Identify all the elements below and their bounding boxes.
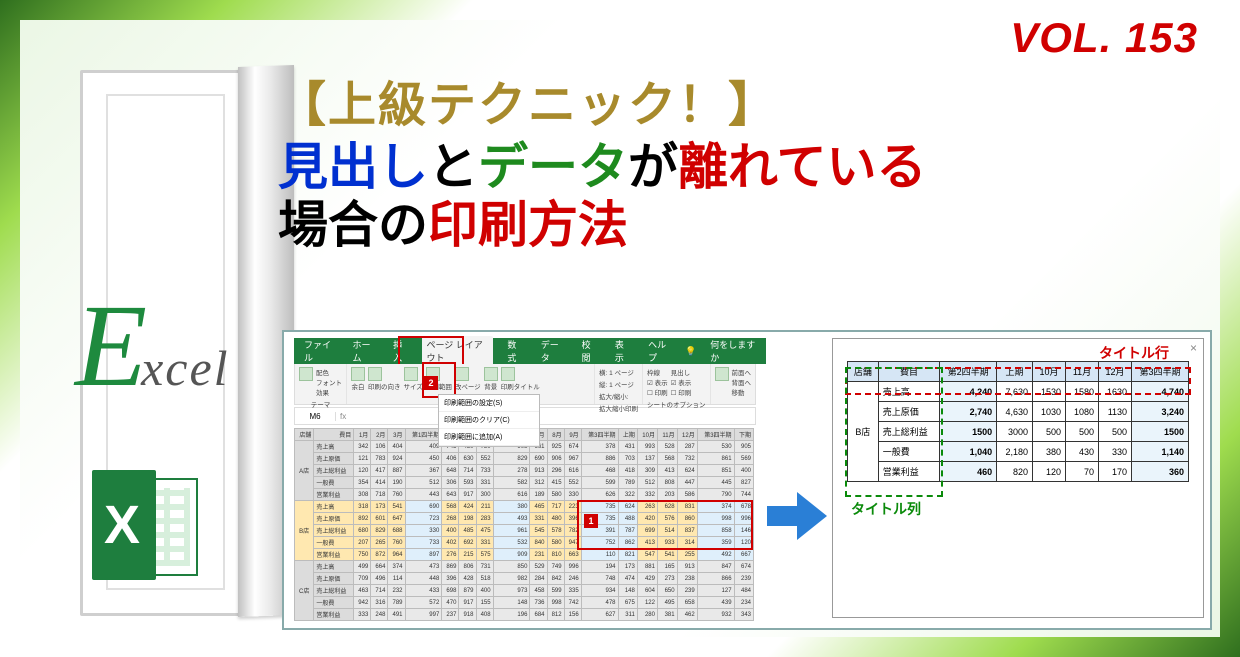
highlight-selection xyxy=(577,500,753,550)
title-block: 【上級テクニック！】 見出しとデータが離れている 場合の印刷方法 xyxy=(278,78,1180,254)
tab-file[interactable]: ファイル xyxy=(300,336,339,366)
ribbon-group-scale: 横: 1 ページ 縦: 1 ページ 拡大/縮小: 拡大縮小印刷 xyxy=(595,364,643,404)
print-result-panel: × タイトル行 店舗費目第2四半期上期10月11月12月第3四半期B店売上高4,… xyxy=(832,338,1204,618)
tab-help[interactable]: ヘルプ xyxy=(644,336,675,366)
orientation-icon[interactable] xyxy=(368,367,382,381)
close-icon[interactable]: × xyxy=(1190,341,1197,355)
tab-formula[interactable]: 数式 xyxy=(503,336,526,366)
excel-x-letter: X xyxy=(104,498,140,552)
breaks-icon[interactable] xyxy=(455,367,469,381)
title-line2: 見出しとデータが離れている xyxy=(278,139,1180,197)
name-box[interactable]: M6 xyxy=(295,412,336,421)
label-title-col: タイトル列 xyxy=(851,499,921,519)
tab-home[interactable]: ホーム xyxy=(349,336,380,366)
excel-rest: xcel xyxy=(141,340,229,396)
ribbon-tabs: ファイル ホーム 挿入 ページ レイアウト 数式 データ 校閲 表示 ヘルプ 💡… xyxy=(294,338,766,364)
margin-icon[interactable] xyxy=(351,367,365,381)
size-icon[interactable] xyxy=(404,367,418,381)
excel-e: E xyxy=(75,278,147,414)
print-titles-icon[interactable] xyxy=(501,367,515,381)
fx-icon[interactable]: fx xyxy=(336,412,350,421)
ribbon-group-theme: 配色 フォント 効果 テーマ xyxy=(295,364,347,404)
dashed-title-col xyxy=(845,367,943,497)
print-area-dropdown: 印刷範囲の設定(S) 印刷範囲のクリア(C) 印刷範囲に追加(A) xyxy=(438,394,540,447)
menu-add-print-area[interactable]: 印刷範囲に追加(A) xyxy=(439,429,539,446)
tab-view[interactable]: 表示 xyxy=(611,336,634,366)
excel-word-logo: Excel xyxy=(75,278,230,414)
label-title-row: タイトル行 xyxy=(1099,343,1169,363)
arrow-icon xyxy=(767,492,827,540)
tell-me[interactable]: 何をしますか xyxy=(706,336,760,366)
background-icon[interactable] xyxy=(484,367,498,381)
menu-clear-print-area[interactable]: 印刷範囲のクリア(C) xyxy=(439,412,539,429)
step-badge-1: 1 xyxy=(584,514,598,528)
step-badge-2: 2 xyxy=(424,376,438,390)
tab-review[interactable]: 校閲 xyxy=(578,336,601,366)
bring-forward-icon[interactable] xyxy=(715,367,729,381)
title-line3: 場合の印刷方法 xyxy=(278,197,1180,255)
screenshot-panel: ファイル ホーム 挿入 ページ レイアウト 数式 データ 校閲 表示 ヘルプ 💡… xyxy=(282,330,1212,630)
excel-app-icon: X xyxy=(92,470,202,580)
excel-window-mock: ファイル ホーム 挿入 ページ レイアウト 数式 データ 校閲 表示 ヘルプ 💡… xyxy=(294,338,756,621)
title-line1: 【上級テクニック！】 xyxy=(278,78,1180,133)
ribbon-group-sheet-options: 枠線☑ 表示☐ 印刷 見出し☑ 表示☐ 印刷 シートのオプション xyxy=(643,364,711,404)
menu-set-print-area[interactable]: 印刷範囲の設定(S) xyxy=(439,395,539,412)
thumbnail-frame: VOL. 153 Excel X 【上級テクニック！】 見出しとデータが離れてい… xyxy=(0,0,1240,657)
theme-icon[interactable] xyxy=(299,367,313,381)
ribbon-group-arrange: 前面へ 背面へ 移動 xyxy=(711,364,756,404)
volume-label: VOL. 153 xyxy=(1010,14,1198,62)
tab-data[interactable]: データ xyxy=(537,336,568,366)
